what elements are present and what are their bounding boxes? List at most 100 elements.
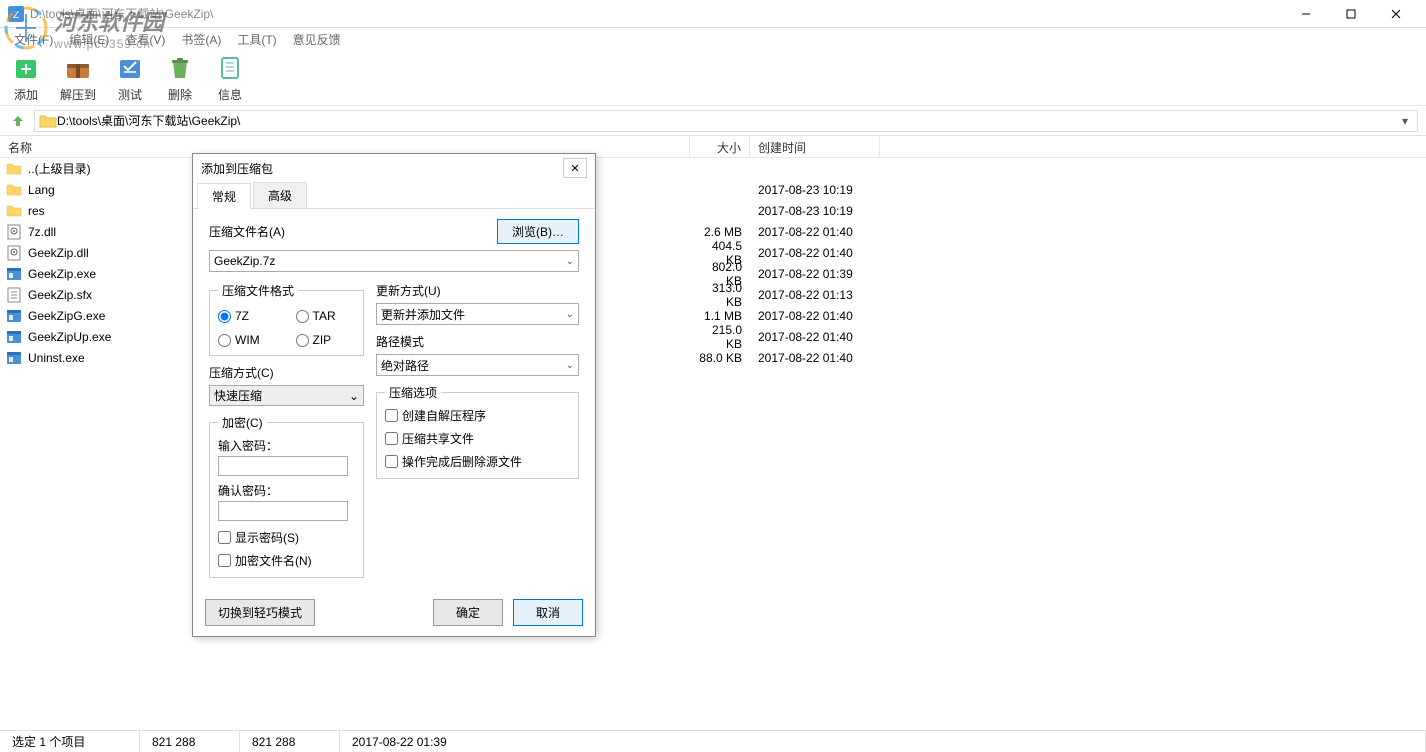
toolbar-add[interactable]: 添加 (10, 52, 42, 103)
status-size1: 821 288 (140, 731, 240, 752)
cancel-button[interactable]: 取消 (513, 599, 583, 626)
menu-feedback[interactable]: 意见反馈 (285, 29, 349, 50)
password-confirm-input[interactable] (218, 501, 348, 521)
update-mode-combo[interactable]: 更新并添加文件⌄ (376, 303, 579, 325)
archive-name-combo[interactable]: GeekZip.7z⌄ (209, 250, 579, 272)
file-name: Lang (28, 183, 55, 197)
menubar: 文件(F) 编辑(E) 查看(V) 书签(A) 工具(T) 意见反馈 (0, 28, 1426, 50)
file-date: 2017-08-23 10:19 (750, 204, 880, 218)
file-date: 2017-08-22 01:40 (750, 309, 880, 323)
statusbar: 选定 1 个项目 821 288 821 288 2017-08-22 01:3… (0, 730, 1426, 752)
file-name: GeekZipG.exe (28, 309, 105, 323)
chevron-down-icon: ⌄ (566, 256, 574, 267)
file-name: Uninst.exe (28, 351, 85, 365)
tab-general[interactable]: 常规 (197, 183, 251, 209)
minimize-button[interactable] (1283, 0, 1328, 28)
file-name: GeekZip.sfx (28, 288, 92, 302)
window-title: D:\tools\桌面\河东下载站\GeekZip\ (30, 5, 1283, 22)
format-7z[interactable]: 7Z (218, 309, 278, 323)
up-arrow-icon (10, 113, 26, 129)
file-date: 2017-08-22 01:40 (750, 246, 880, 260)
compress-options-fieldset: 压缩选项 创建自解压程序 压缩共享文件 操作完成后删除源文件 (376, 384, 579, 479)
status-selection: 选定 1 个项目 (0, 731, 140, 752)
show-password-checkbox[interactable]: 显示密码(S) (218, 529, 355, 546)
app-icon: Z (8, 6, 24, 22)
titlebar: Z D:\tools\桌面\河东下载站\GeekZip\ (0, 0, 1426, 28)
address-input-container: ▾ (34, 110, 1418, 132)
file-name: GeekZip.exe (28, 267, 96, 281)
method-combo[interactable]: 快速压缩⌄ (209, 385, 364, 406)
toolbar-info[interactable]: 信息 (214, 52, 246, 103)
status-size2: 821 288 (240, 731, 340, 752)
chevron-down-icon: ⌄ (566, 360, 574, 371)
test-icon (114, 52, 146, 84)
exe-icon (6, 350, 22, 366)
dll-icon (6, 224, 22, 240)
format-wim[interactable]: WIM (218, 333, 278, 347)
file-date: 2017-08-23 10:19 (750, 183, 880, 197)
info-icon (214, 52, 246, 84)
address-input[interactable] (57, 114, 1397, 128)
column-size[interactable]: 大小 (690, 136, 750, 157)
ok-button[interactable]: 确定 (433, 599, 503, 626)
update-mode-label: 更新方式(U) (376, 282, 579, 299)
up-button[interactable] (8, 111, 28, 131)
toolbar-test[interactable]: 测试 (114, 52, 146, 103)
column-date[interactable]: 创建时间 (750, 136, 880, 157)
file-name: res (28, 204, 45, 218)
opt-sfx-checkbox[interactable]: 创建自解压程序 (385, 407, 570, 424)
pwd-confirm-label: 确认密码： (218, 482, 355, 499)
dialog-body: 压缩文件名(A) 浏览(B)… GeekZip.7z⌄ 压缩文件格式 7Z TA… (193, 209, 595, 596)
tab-advanced[interactable]: 高级 (253, 182, 307, 208)
chevron-down-icon: ⌄ (566, 309, 574, 320)
dialog-tabs: 常规 高级 (193, 182, 595, 209)
file-size: 1.1 MB (690, 309, 750, 323)
exe-icon (6, 266, 22, 282)
archive-name-label: 压缩文件名(A) (209, 223, 285, 240)
file-name: GeekZip.dll (28, 246, 89, 260)
addressbar: ▾ (0, 106, 1426, 136)
menu-tools[interactable]: 工具(T) (229, 29, 284, 50)
chevron-down-icon: ⌄ (349, 389, 359, 403)
file-date: 2017-08-22 01:40 (750, 330, 880, 344)
close-button[interactable] (1373, 0, 1418, 28)
toolbar: 添加 解压到 测试 删除 信息 (0, 50, 1426, 106)
dialog-close-button[interactable]: ✕ (563, 158, 587, 178)
sfx-icon (6, 287, 22, 303)
add-archive-dialog: 添加到压缩包 ✕ 常规 高级 压缩文件名(A) 浏览(B)… GeekZip.7… (192, 153, 596, 637)
pwd-label: 输入密码： (218, 437, 355, 454)
file-name: 7z.dll (28, 225, 56, 239)
format-fieldset: 压缩文件格式 7Z TAR WIM ZIP (209, 282, 364, 356)
switch-mode-button[interactable]: 切换到轻巧模式 (205, 599, 315, 626)
menu-edit[interactable]: 编辑(E) (61, 29, 117, 50)
toolbar-extract[interactable]: 解压到 (60, 52, 96, 103)
toolbar-delete[interactable]: 删除 (164, 52, 196, 103)
menu-bookmark[interactable]: 书签(A) (173, 29, 229, 50)
browse-button[interactable]: 浏览(B)… (497, 219, 579, 244)
format-tar[interactable]: TAR (296, 309, 356, 323)
address-dropdown-icon[interactable]: ▾ (1397, 114, 1413, 128)
opt-delete-checkbox[interactable]: 操作完成后删除源文件 (385, 453, 570, 470)
file-date: 2017-08-22 01:13 (750, 288, 880, 302)
method-label: 压缩方式(C) (209, 364, 364, 381)
status-datetime: 2017-08-22 01:39 (340, 731, 1426, 752)
encrypt-fieldset: 加密(C) 输入密码： 确认密码： 显示密码(S) 加密文件名(N) (209, 414, 364, 578)
file-date: 2017-08-22 01:40 (750, 225, 880, 239)
password-input[interactable] (218, 456, 348, 476)
opt-share-checkbox[interactable]: 压缩共享文件 (385, 430, 570, 447)
path-mode-label: 路径模式 (376, 333, 579, 350)
file-size: 215.0 KB (690, 323, 750, 351)
extract-icon (62, 52, 94, 84)
format-zip[interactable]: ZIP (296, 333, 356, 347)
file-name: ..(上级目录) (28, 160, 91, 177)
file-size: 2.6 MB (690, 225, 750, 239)
folder-icon (39, 114, 57, 128)
path-mode-combo[interactable]: 绝对路径⌄ (376, 354, 579, 376)
menu-file[interactable]: 文件(F) (6, 29, 61, 50)
file-name: GeekZipUp.exe (28, 330, 111, 344)
encrypt-names-checkbox[interactable]: 加密文件名(N) (218, 552, 355, 569)
maximize-button[interactable] (1328, 0, 1373, 28)
folder-icon (6, 203, 22, 219)
file-size: 88.0 KB (690, 351, 750, 365)
menu-view[interactable]: 查看(V) (117, 29, 173, 50)
